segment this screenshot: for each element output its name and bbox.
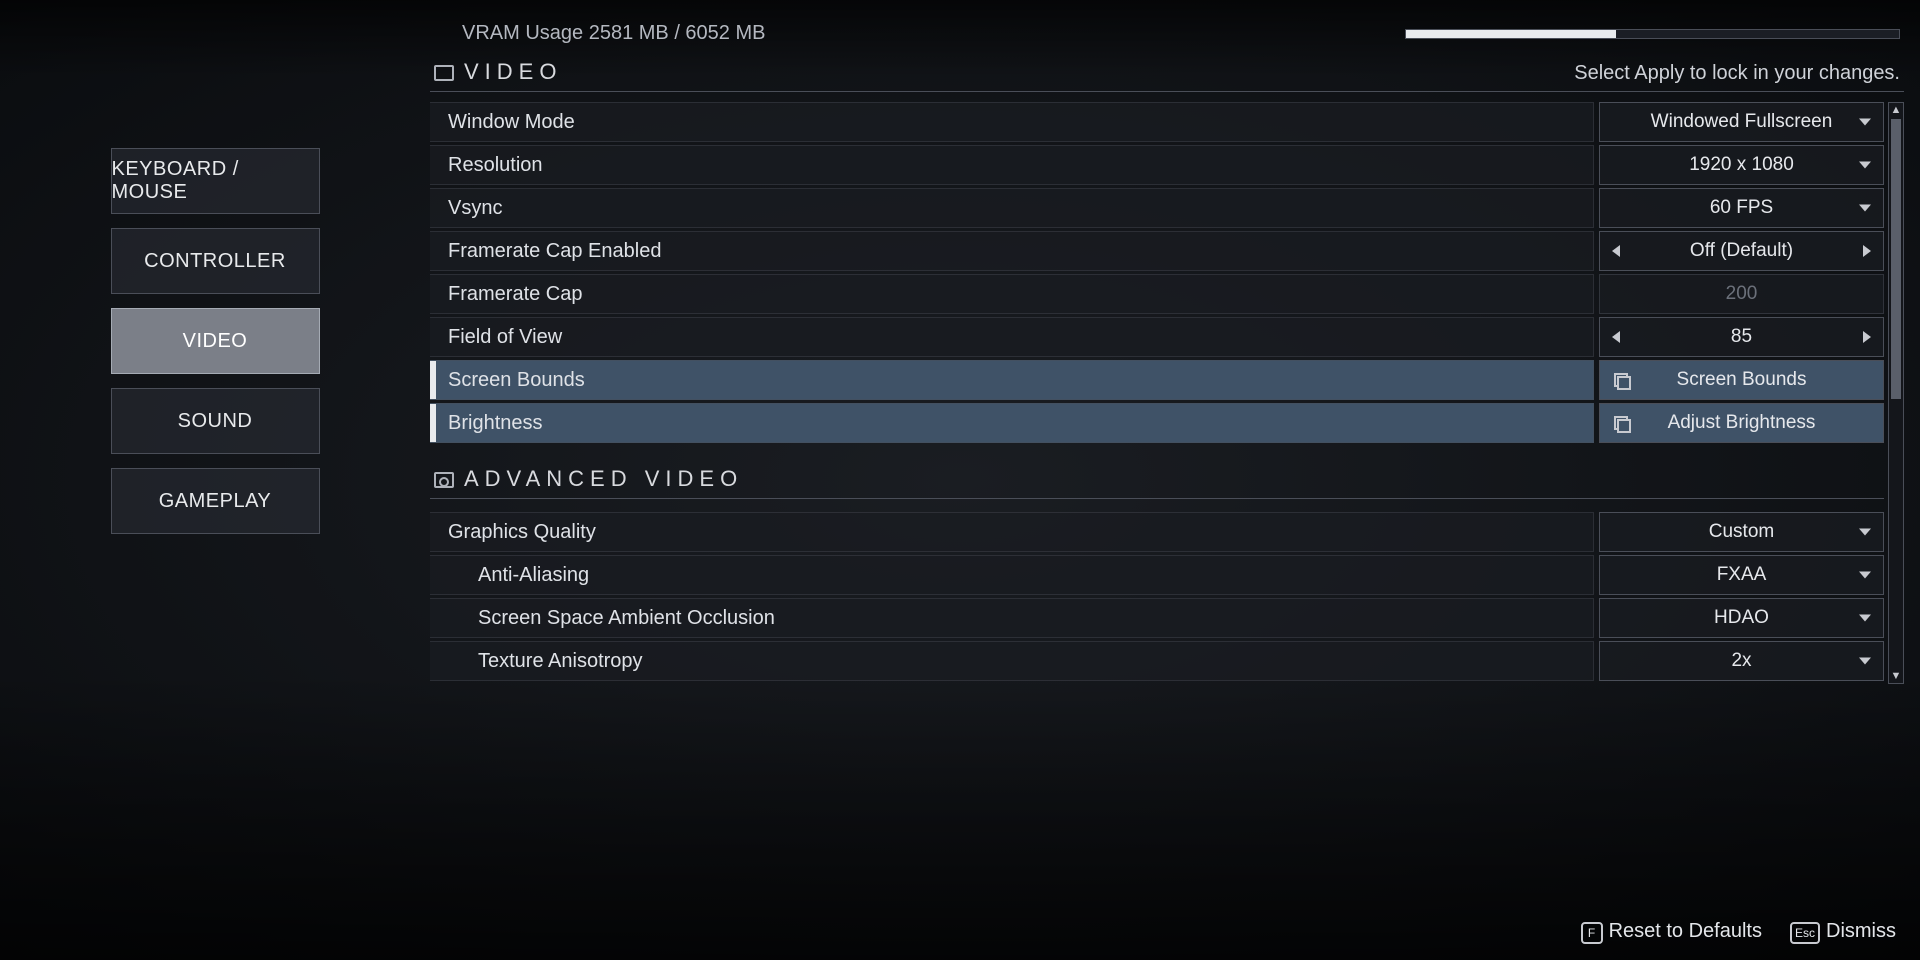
arrow-right-icon[interactable]: [1863, 331, 1871, 343]
section-title-advanced-video: ADVANCED VIDEO: [464, 466, 743, 492]
chevron-down-icon: [1859, 205, 1871, 212]
chevron-down-icon: [1859, 162, 1871, 169]
settings-category-sidebar: KEYBOARD / MOUSE CONTROLLER VIDEO SOUND …: [0, 0, 430, 960]
label-brightness: Brightness: [430, 403, 1594, 443]
panel-brightness[interactable]: Adjust Brightness: [1599, 403, 1884, 443]
dropdown-window-mode[interactable]: Windowed Fullscreen: [1599, 102, 1884, 142]
row-ssao: Screen Space Ambient Occlusion HDAO: [430, 598, 1884, 638]
label-screen-bounds: Screen Bounds: [430, 360, 1594, 400]
dismiss-button[interactable]: EscDismiss: [1790, 920, 1896, 944]
row-resolution: Resolution 1920 x 1080: [430, 145, 1884, 185]
label-window-mode: Window Mode: [430, 102, 1594, 142]
row-graphics-quality: Graphics Quality Custom: [430, 512, 1884, 552]
row-brightness: Brightness Adjust Brightness: [430, 403, 1884, 443]
row-anti-aliasing: Anti-Aliasing FXAA: [430, 555, 1884, 595]
label-graphics-quality: Graphics Quality: [430, 512, 1594, 552]
stepper-field-of-view[interactable]: 85: [1599, 317, 1884, 357]
tab-video[interactable]: VIDEO: [111, 308, 320, 374]
row-texture-anisotropy: Texture Anisotropy 2x: [430, 641, 1884, 681]
row-framerate-cap-enabled: Framerate Cap Enabled Off (Default): [430, 231, 1884, 271]
tab-sound[interactable]: SOUND: [111, 388, 320, 454]
stepper-framerate-cap-enabled[interactable]: Off (Default): [1599, 231, 1884, 271]
apply-hint: Select Apply to lock in your changes.: [1574, 62, 1900, 85]
panel-screen-bounds[interactable]: Screen Bounds: [1599, 360, 1884, 400]
section-header-advanced-video: ADVANCED VIDEO: [430, 456, 1884, 499]
footer-shortcuts: FReset to Defaults EscDismiss: [1581, 920, 1896, 944]
tab-gameplay[interactable]: GAMEPLAY: [111, 468, 320, 534]
panel-open-icon: [1614, 373, 1628, 387]
arrow-left-icon[interactable]: [1612, 331, 1620, 343]
dropdown-texture-anisotropy[interactable]: 2x: [1599, 641, 1884, 681]
label-ssao: Screen Space Ambient Occlusion: [430, 598, 1594, 638]
scrollbar[interactable]: ▲ ▼: [1888, 102, 1904, 684]
row-field-of-view: Field of View 85: [430, 317, 1884, 357]
panel-open-icon: [1614, 416, 1628, 430]
row-window-mode: Window Mode Windowed Fullscreen: [430, 102, 1884, 142]
chevron-down-icon: [1859, 119, 1871, 126]
row-screen-bounds: Screen Bounds Screen Bounds: [430, 360, 1884, 400]
label-framerate-cap-enabled: Framerate Cap Enabled: [430, 231, 1594, 271]
monitor-icon: [434, 65, 454, 81]
label-framerate-cap: Framerate Cap: [430, 274, 1594, 314]
value-framerate-cap: 200: [1599, 274, 1884, 314]
scroll-down-icon[interactable]: ▼: [1889, 669, 1903, 683]
row-vsync: Vsync 60 FPS: [430, 188, 1884, 228]
dropdown-vsync[interactable]: 60 FPS: [1599, 188, 1884, 228]
key-hint-f: F: [1581, 922, 1603, 944]
advanced-monitor-icon: [434, 472, 454, 488]
section-title-video: VIDEO: [464, 59, 562, 85]
vram-usage-fill: [1406, 30, 1616, 38]
label-field-of-view: Field of View: [430, 317, 1594, 357]
label-texture-anisotropy: Texture Anisotropy: [430, 641, 1594, 681]
chevron-down-icon: [1859, 658, 1871, 665]
scroll-thumb[interactable]: [1891, 119, 1901, 399]
label-vsync: Vsync: [430, 188, 1594, 228]
chevron-down-icon: [1859, 572, 1871, 579]
arrow-left-icon[interactable]: [1612, 245, 1620, 257]
key-hint-esc: Esc: [1790, 922, 1820, 944]
reset-to-defaults-button[interactable]: FReset to Defaults: [1581, 920, 1762, 944]
vram-usage-row: VRAM Usage 2581 MB / 6052 MB: [430, 22, 1904, 49]
label-resolution: Resolution: [430, 145, 1594, 185]
tab-keyboard-mouse[interactable]: KEYBOARD / MOUSE: [111, 148, 320, 214]
dropdown-ssao[interactable]: HDAO: [1599, 598, 1884, 638]
label-anti-aliasing: Anti-Aliasing: [430, 555, 1594, 595]
section-header-video: VIDEO Select Apply to lock in your chang…: [430, 49, 1904, 92]
vram-usage-text: VRAM Usage 2581 MB / 6052 MB: [462, 22, 765, 45]
chevron-down-icon: [1859, 615, 1871, 622]
dropdown-graphics-quality[interactable]: Custom: [1599, 512, 1884, 552]
vram-usage-bar: [1405, 29, 1900, 39]
dropdown-anti-aliasing[interactable]: FXAA: [1599, 555, 1884, 595]
scroll-up-icon[interactable]: ▲: [1889, 103, 1903, 117]
tab-controller[interactable]: CONTROLLER: [111, 228, 320, 294]
chevron-down-icon: [1859, 529, 1871, 536]
arrow-right-icon[interactable]: [1863, 245, 1871, 257]
dropdown-resolution[interactable]: 1920 x 1080: [1599, 145, 1884, 185]
row-framerate-cap: Framerate Cap 200: [430, 274, 1884, 314]
